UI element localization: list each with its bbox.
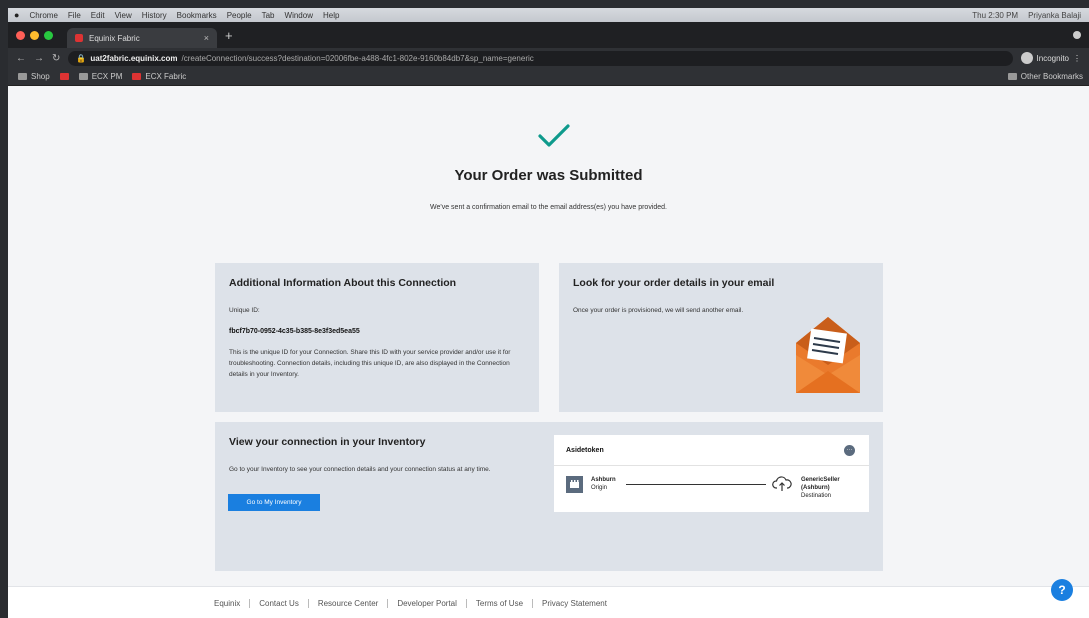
checkmark-icon xyxy=(538,124,570,147)
menu-window[interactable]: Window xyxy=(285,11,313,20)
footer-link-terms-of-use[interactable]: Terms of Use xyxy=(465,599,532,608)
menu-help[interactable]: Help xyxy=(323,11,339,20)
incognito-icon xyxy=(1020,52,1033,64)
bookmark-shop[interactable]: Shop xyxy=(18,72,50,81)
zoom-window-button[interactable] xyxy=(44,30,53,40)
menu-edit[interactable]: Edit xyxy=(91,11,105,20)
port-icon xyxy=(566,476,583,493)
toolbar: ← → ↻ 🔒 uat2fabric.equinix.com /createCo… xyxy=(8,48,1089,68)
menu-history[interactable]: History xyxy=(142,11,167,20)
bookmarks-bar: Shop ECX PM ECX Fabric Other Bookmarks xyxy=(8,68,1089,86)
bookmark-label: Shop xyxy=(31,72,50,81)
destination-metro: (Ashburn) xyxy=(801,485,830,491)
card-heading: Look for your order details in your emai… xyxy=(573,277,775,289)
os-menubar: ● Chrome File Edit View History Bookmark… xyxy=(8,8,1089,22)
unique-id-description: This is the unique ID for your Connectio… xyxy=(229,349,511,378)
connection-line xyxy=(626,484,766,485)
profile-label: Incognito xyxy=(1036,53,1069,63)
connection-route: Ashburn Origin GenericSeller (Ashburn) D… xyxy=(554,466,869,512)
footer-link-developer-portal[interactable]: Developer Portal xyxy=(387,599,466,608)
bookmark-label: ECX Fabric xyxy=(145,72,187,81)
unique-id-label: Unique ID: xyxy=(229,307,260,314)
destination-label: GenericSeller (Ashburn) Destination xyxy=(801,476,840,500)
bookmark-ecx-pm[interactable]: ECX PM xyxy=(78,72,123,81)
tab-title: Equinix Fabric xyxy=(89,33,140,43)
browser-tab[interactable]: Equinix Fabric × xyxy=(67,28,217,48)
footer-link-contact-us[interactable]: Contact Us xyxy=(249,599,308,608)
other-bookmarks[interactable]: Other Bookmarks xyxy=(1007,72,1089,81)
apple-icon[interactable]: ● xyxy=(14,10,19,20)
email-card-text: Once your order is provisioned, we will … xyxy=(573,307,744,314)
folder-icon xyxy=(18,73,27,80)
window-controls xyxy=(16,30,53,40)
cloud-upload-icon xyxy=(772,476,792,491)
tab-strip: Equinix Fabric × + xyxy=(8,22,1089,48)
menu-tab[interactable]: Tab xyxy=(262,11,275,20)
footer-link-equinix[interactable]: Equinix xyxy=(214,599,249,608)
page-content: Your Order was Submitted We've sent a co… xyxy=(8,86,1089,618)
bookmark-favicon-icon xyxy=(59,73,69,80)
folder-icon xyxy=(78,73,88,80)
address-bar[interactable]: 🔒 uat2fabric.equinix.com /createConnecti… xyxy=(68,50,1013,66)
destination-name: GenericSeller xyxy=(801,477,840,483)
additional-info-card: Additional Information About this Connec… xyxy=(215,263,539,412)
footer-nav: Equinix Contact Us Resource Center Devel… xyxy=(214,599,616,608)
connection-header: Asidetoken ··· xyxy=(554,435,869,466)
url-host: uat2fabric.equinix.com xyxy=(90,53,178,63)
origin-role: Origin xyxy=(591,485,608,491)
new-tab-button[interactable]: + xyxy=(225,28,233,43)
bookmark-ecx-fabric[interactable]: ECX Fabric xyxy=(132,72,186,81)
bookmark-favicon-icon xyxy=(132,73,142,80)
unique-id-value[interactable]: fbcf7b70-0952-4c35-b385-8e3f3ed5ea55 xyxy=(229,326,525,337)
forward-icon[interactable]: → xyxy=(34,53,44,64)
page-subtitle: We've sent a confirmation email to the e… xyxy=(430,204,667,211)
menu-people[interactable]: People xyxy=(227,11,252,20)
url-path: /createConnection/success?destination=02… xyxy=(181,53,534,63)
bookmark-red[interactable] xyxy=(59,73,69,80)
menu-view[interactable]: View xyxy=(115,11,132,20)
folder-icon xyxy=(1007,73,1017,80)
kebab-menu-icon[interactable]: ⋮ xyxy=(1073,54,1081,63)
footer-link-resource-center[interactable]: Resource Center xyxy=(307,599,387,608)
profile-button[interactable]: Incognito ⋮ xyxy=(1020,52,1089,64)
destination-role: Destination xyxy=(801,493,832,499)
connection-name: Asidetoken xyxy=(566,446,604,454)
help-button[interactable]: ? xyxy=(1051,579,1073,601)
reload-icon[interactable]: ↻ xyxy=(52,53,60,64)
tab-search-icon[interactable] xyxy=(1073,31,1081,39)
email-card: Look for your order details in your emai… xyxy=(559,263,883,412)
lock-icon: 🔒 xyxy=(76,53,87,63)
menubar-clock: Thu 2:30 PM xyxy=(972,10,1019,20)
footer-link-privacy-statement[interactable]: Privacy Statement xyxy=(532,599,616,608)
back-icon[interactable]: ← xyxy=(16,53,26,64)
bookmark-label: ECX PM xyxy=(91,72,123,81)
menu-chrome[interactable]: Chrome xyxy=(29,11,57,20)
origin-name: Ashburn xyxy=(591,477,616,483)
menu-bookmarks[interactable]: Bookmarks xyxy=(177,11,217,20)
connection-preview[interactable]: Asidetoken ··· Ashburn Origin GenericSel… xyxy=(554,435,869,512)
minimize-window-button[interactable] xyxy=(30,30,39,40)
origin-label: Ashburn Origin xyxy=(591,476,616,492)
bookmark-label: Other Bookmarks xyxy=(1020,72,1083,81)
page-title: Your Order was Submitted xyxy=(454,167,643,184)
card-heading: Additional Information About this Connec… xyxy=(229,277,457,289)
inventory-card: View your connection in your Inventory G… xyxy=(215,422,883,571)
close-window-button[interactable] xyxy=(16,30,25,40)
menubar-user[interactable]: Priyanka Balaji xyxy=(1028,11,1081,20)
more-options-icon[interactable]: ··· xyxy=(844,444,855,456)
favicon-icon xyxy=(75,34,83,42)
menu-file[interactable]: File xyxy=(68,11,81,20)
close-tab-icon[interactable]: × xyxy=(204,33,209,43)
go-to-inventory-button[interactable]: Go to My Inventory xyxy=(228,494,320,511)
envelope-icon xyxy=(796,317,860,393)
page-footer: Equinix Contact Us Resource Center Devel… xyxy=(8,586,1089,618)
